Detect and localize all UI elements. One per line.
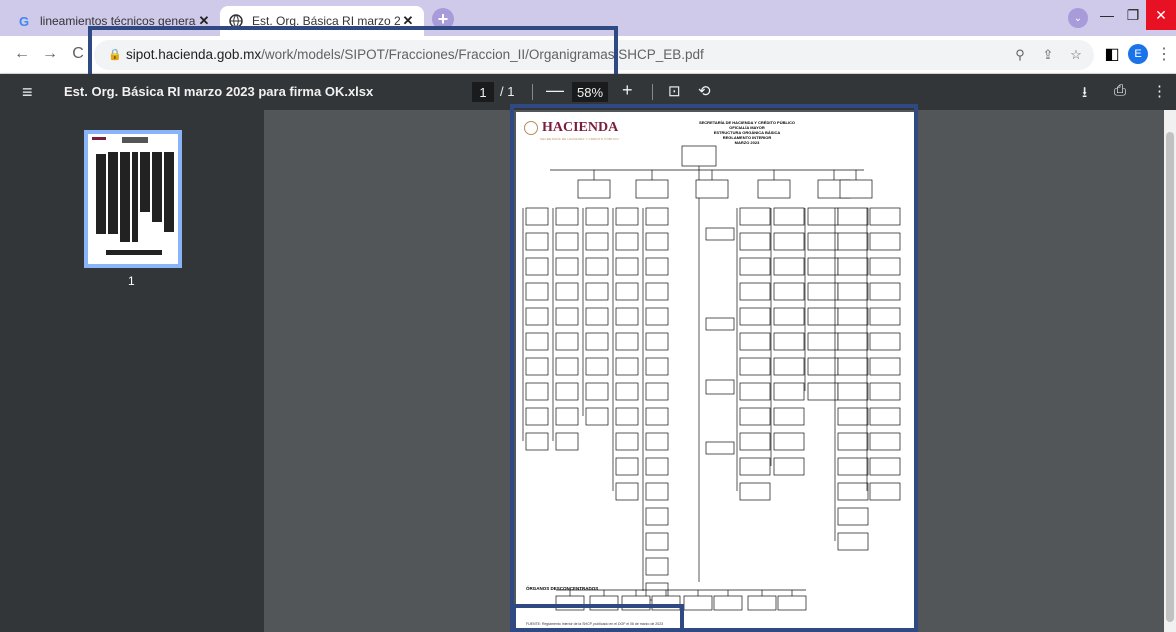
- divider: [532, 84, 533, 100]
- more-menu-icon[interactable]: ⋮: [1154, 44, 1174, 64]
- close-window-button[interactable]: ✕: [1146, 0, 1176, 30]
- page-highlight-box: [510, 104, 918, 632]
- page-thumbnail[interactable]: [84, 130, 182, 268]
- vertical-scrollbar[interactable]: [1164, 110, 1176, 632]
- page-total: / 1: [500, 84, 515, 99]
- bookmark-star-icon[interactable]: ☆: [1068, 47, 1084, 63]
- fit-page-icon[interactable]: ⊡: [668, 82, 681, 100]
- hamburger-menu-icon[interactable]: ≡: [22, 82, 33, 103]
- thumbnail-page-number: 1: [128, 274, 135, 288]
- tab-search-chevron-icon[interactable]: ⌄: [1068, 8, 1088, 28]
- zoom-icon[interactable]: ⚲: [1012, 47, 1028, 63]
- rotate-icon[interactable]: ⟲: [698, 82, 711, 100]
- page-number-input[interactable]: 1: [472, 82, 494, 102]
- thumbnail-sidebar: 1: [0, 110, 264, 632]
- zoom-in-button[interactable]: +: [622, 80, 633, 101]
- side-panel-icon[interactable]: ◧: [1102, 44, 1122, 64]
- share-icon[interactable]: ⇪: [1040, 47, 1056, 63]
- zoom-level-input[interactable]: 58%: [572, 82, 608, 102]
- thumbnail-preview: [92, 137, 174, 255]
- footer-highlight-box: [512, 604, 684, 632]
- back-button[interactable]: ←: [12, 44, 32, 64]
- profile-avatar[interactable]: E: [1128, 44, 1148, 64]
- zoom-out-button[interactable]: —: [546, 80, 564, 101]
- download-icon[interactable]: ⭳: [1082, 82, 1087, 107]
- more-actions-icon[interactable]: ⋮: [1152, 82, 1167, 100]
- url-highlight-box: [88, 26, 618, 80]
- restore-button[interactable]: ❐: [1120, 0, 1146, 30]
- pdf-document-title: Est. Org. Básica RI marzo 2023 para firm…: [64, 84, 374, 99]
- reload-button[interactable]: C: [68, 44, 88, 64]
- google-g-icon: G: [18, 13, 30, 29]
- minimize-button[interactable]: —: [1094, 0, 1120, 30]
- divider: [652, 84, 653, 100]
- scrollbar-thumb[interactable]: [1166, 132, 1174, 622]
- print-icon[interactable]: ⎙: [1114, 82, 1126, 99]
- forward-button[interactable]: →: [40, 44, 60, 64]
